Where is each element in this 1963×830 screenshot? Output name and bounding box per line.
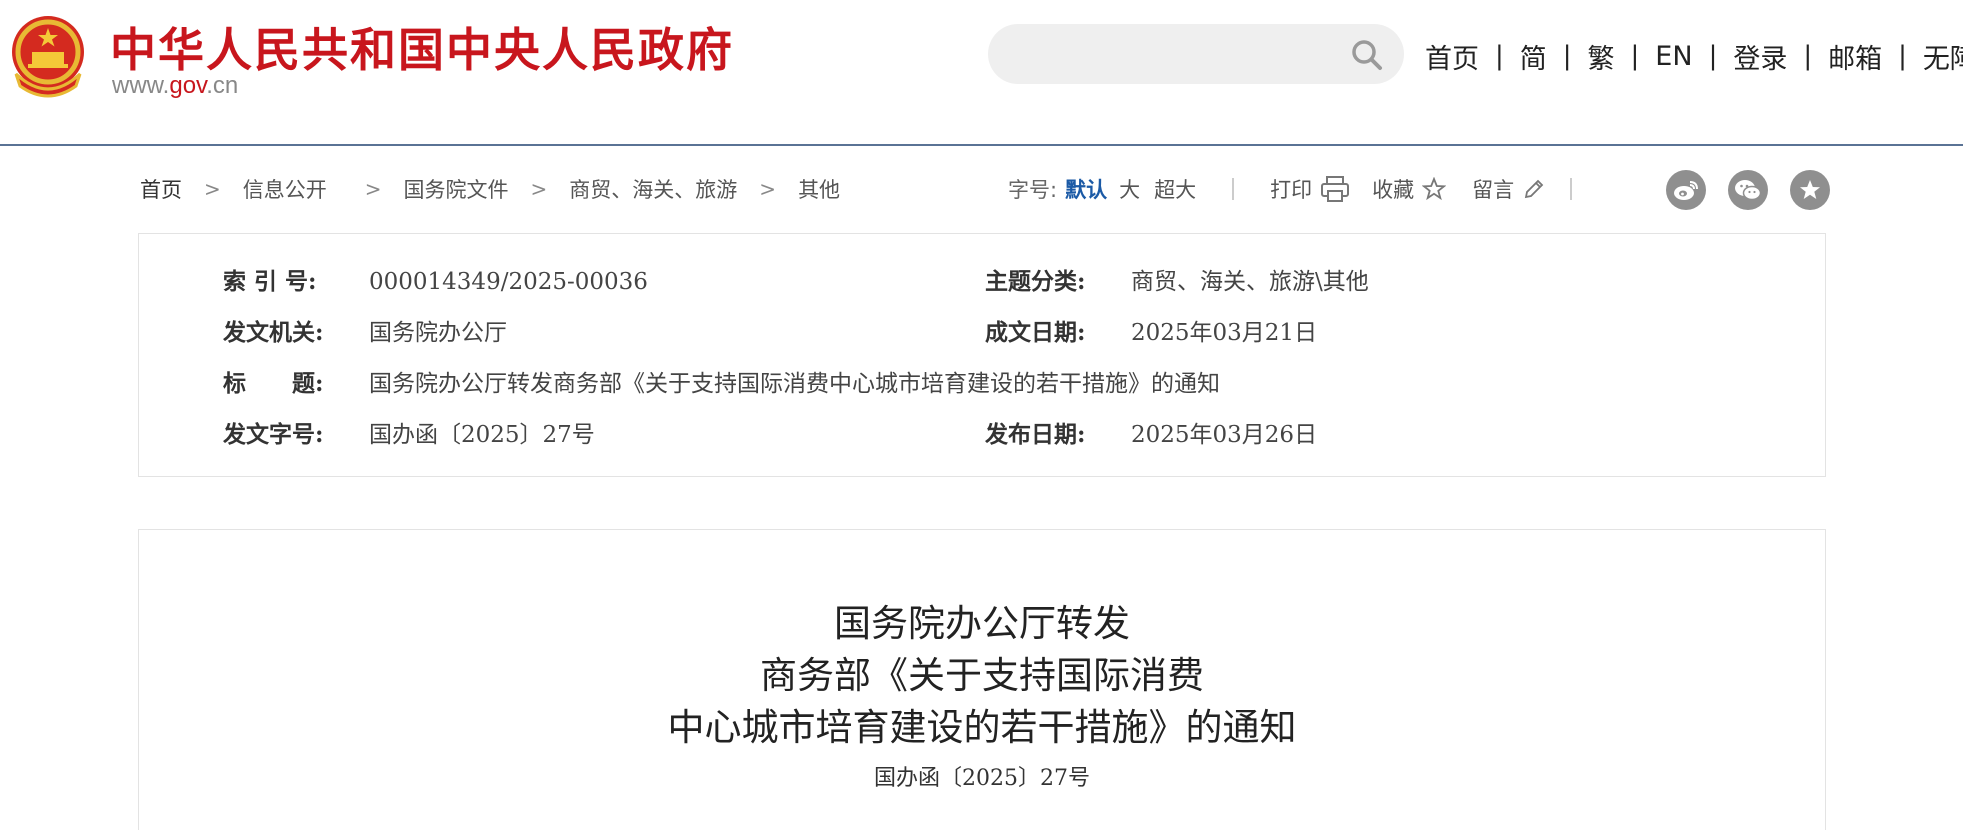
wechat-share-button[interactable] bbox=[1728, 170, 1768, 210]
site-domain: www.gov.cn bbox=[112, 72, 238, 100]
print-button[interactable]: 打印 bbox=[1270, 174, 1350, 204]
divider bbox=[1570, 178, 1573, 200]
meta-index-label: 索 引 号: bbox=[223, 268, 317, 295]
meta-publish-date-label: 发布日期: bbox=[985, 421, 1086, 448]
nav-traditional[interactable]: 繁 bbox=[1588, 37, 1615, 76]
meta-title-row: 标 题: 国务院办公厅转发商务部《关于支持国际消费中心城市培育建设的若干措施》的通… bbox=[223, 364, 1220, 398]
meta-index-row: 索 引 号: 000014349/2025-00036 bbox=[223, 262, 648, 296]
meta-title-label: 标 题: bbox=[223, 370, 324, 397]
nav-home[interactable]: 首页 bbox=[1425, 37, 1479, 76]
breadcrumb-home[interactable]: 首页 bbox=[140, 174, 182, 204]
meta-doc-number-row: 发文字号: 国办函〔2025〕27号 bbox=[223, 415, 595, 449]
favorite-label: 收藏 bbox=[1372, 178, 1415, 202]
meta-written-date-row: 成文日期: 2025年03月21日 bbox=[985, 313, 1317, 347]
pencil-icon bbox=[1524, 179, 1544, 199]
search-icon[interactable] bbox=[1350, 38, 1384, 72]
comment-label: 留言 bbox=[1472, 178, 1515, 202]
share-buttons bbox=[1666, 170, 1852, 210]
article-title-line-3: 中心城市培育建设的若干措施》的通知 bbox=[667, 706, 1297, 749]
breadcrumb: 首页 > 信息公开 > 国务院文件 > 商贸、海关、旅游 > 其他 bbox=[140, 174, 840, 204]
nav-simplified[interactable]: 简 bbox=[1520, 37, 1547, 76]
nav-login[interactable]: 登录 bbox=[1733, 37, 1787, 76]
site-header: 中华人民共和国中央人民政府 www.gov.cn 首页 | 简 | 繁 | EN… bbox=[0, 0, 1963, 146]
nav-separator: | bbox=[1630, 41, 1640, 71]
meta-issuer-row: 发文机关: 国务院办公厅 bbox=[223, 313, 507, 347]
chevron-right-icon: > bbox=[530, 177, 548, 201]
page-tools: 字号: 默认 大 超大 打印 收藏 留言 bbox=[1008, 174, 1573, 204]
meta-written-date-label: 成文日期: bbox=[985, 319, 1086, 346]
document-metadata: 索 引 号: 000014349/2025-00036 主题分类: 商贸、海关、旅游… bbox=[138, 233, 1826, 477]
breadcrumb-other[interactable]: 其他 bbox=[798, 174, 840, 204]
meta-publish-date-value: 2025年03月26日 bbox=[1131, 422, 1318, 448]
star-icon bbox=[1422, 177, 1447, 201]
wechat-icon bbox=[1735, 180, 1762, 201]
favorites-share-button[interactable] bbox=[1790, 170, 1830, 210]
weibo-icon bbox=[1674, 181, 1698, 200]
font-size-large[interactable]: 大 bbox=[1119, 174, 1140, 204]
nav-english[interactable]: EN bbox=[1655, 41, 1692, 72]
nav-separator: | bbox=[1708, 41, 1718, 71]
meta-doc-number-label: 发文字号: bbox=[223, 421, 324, 448]
domain-prefix: www. bbox=[112, 72, 170, 99]
meta-written-date-value: 2025年03月21日 bbox=[1131, 320, 1318, 346]
domain-suffix: .cn bbox=[206, 72, 239, 99]
font-size-label: 字号: bbox=[1008, 178, 1058, 202]
article-doc-number: 国办函〔2025〕27号 bbox=[874, 766, 1090, 791]
nav-separator: | bbox=[1803, 41, 1813, 71]
favorite-button[interactable]: 收藏 bbox=[1372, 174, 1447, 204]
print-label: 打印 bbox=[1270, 178, 1313, 202]
nav-separator: | bbox=[1898, 41, 1907, 71]
breadcrumb-info-disclosure[interactable]: 信息公开 bbox=[243, 174, 327, 204]
meta-issuer-label: 发文机关: bbox=[223, 319, 324, 346]
meta-doc-number-value: 国办函〔2025〕27号 bbox=[369, 422, 595, 448]
nav-mailbox[interactable]: 邮箱 bbox=[1828, 37, 1882, 76]
font-size-extra-large[interactable]: 超大 bbox=[1154, 174, 1196, 204]
meta-topic-value: 商贸、海关、旅游\其他 bbox=[1131, 269, 1369, 295]
meta-topic-row: 主题分类: 商贸、海关、旅游\其他 bbox=[985, 262, 1369, 296]
printer-icon bbox=[1321, 176, 1350, 202]
chevron-right-icon: > bbox=[204, 177, 221, 201]
comment-button[interactable]: 留言 bbox=[1472, 174, 1546, 204]
article-title-line-1: 国务院办公厅转发 bbox=[834, 602, 1130, 645]
meta-publish-date-row: 发布日期: 2025年03月26日 bbox=[985, 415, 1317, 449]
search-input[interactable] bbox=[988, 24, 1404, 84]
weibo-share-button[interactable] bbox=[1666, 170, 1706, 210]
article-title-line-2: 商务部《关于支持国际消费 bbox=[760, 654, 1204, 697]
font-size-default[interactable]: 默认 bbox=[1065, 174, 1107, 204]
article-title: 国务院办公厅转发 商务部《关于支持国际消费 中心城市培育建设的若干措施》的通知 bbox=[139, 598, 1825, 754]
article-body: 国务院办公厅转发 商务部《关于支持国际消费 中心城市培育建设的若干措施》的通知 … bbox=[138, 529, 1826, 830]
domain-mid: gov bbox=[169, 72, 207, 99]
breadcrumb-state-council-docs[interactable]: 国务院文件 bbox=[404, 174, 509, 204]
divider bbox=[1232, 178, 1235, 200]
meta-title-value: 国务院办公厅转发商务部《关于支持国际消费中心城市培育建设的若干措施》的通知 bbox=[369, 371, 1220, 397]
top-nav: 首页 | 简 | 繁 | EN | 登录 | 邮箱 | 无障碍 bbox=[1425, 36, 1963, 76]
chevron-right-icon: > bbox=[364, 177, 382, 201]
nav-separator: | bbox=[1495, 41, 1504, 71]
chevron-right-icon: > bbox=[759, 177, 777, 201]
nav-accessibility[interactable]: 无障碍 bbox=[1923, 37, 1963, 76]
breadcrumb-commerce[interactable]: 商贸、海关、旅游 bbox=[569, 174, 737, 204]
favorites-star-icon bbox=[1800, 180, 1820, 199]
meta-topic-label: 主题分类: bbox=[985, 268, 1086, 295]
meta-issuer-value: 国务院办公厅 bbox=[369, 320, 507, 346]
national-emblem-icon[interactable] bbox=[8, 14, 88, 98]
meta-index-value: 000014349/2025-00036 bbox=[369, 269, 648, 295]
nav-separator: | bbox=[1562, 41, 1572, 71]
article-toolbar: 首页 > 信息公开 > 国务院文件 > 商贸、海关、旅游 > 其他 字号: 默认… bbox=[138, 170, 1830, 210]
site-title[interactable]: 中华人民共和国中央人民政府 bbox=[110, 14, 734, 80]
